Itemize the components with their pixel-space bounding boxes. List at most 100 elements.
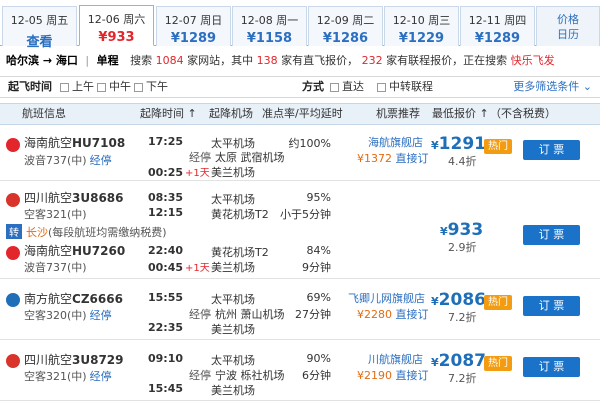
agent-price-line: ¥1372 直接订 [357, 150, 429, 166]
price-value: 933 [447, 220, 484, 240]
col-ontime: 准点率/平均延时 [262, 107, 343, 120]
plane-type: 空客321(中) [24, 370, 87, 383]
flight-number: HU7260 [72, 244, 126, 258]
stop-airport: 经停 宁波 栎社机场 [189, 367, 285, 383]
date-label: 12-06 周六 [87, 13, 146, 26]
stopover-link[interactable]: 经停 [90, 154, 112, 167]
site-suffix: 家网站，其中 [187, 54, 254, 67]
avg-delay: 9分钟 [302, 261, 331, 274]
date-price: ¥1229 [398, 31, 445, 46]
book-button[interactable]: 订 票 [523, 225, 580, 245]
plane-info: 空客321(中) 经停 [24, 368, 112, 384]
more-filters-link[interactable]: 更多筛选条件 ⌄ [513, 77, 592, 97]
checkbox-icon[interactable] [330, 82, 339, 92]
arr-time: 00:45 [148, 261, 184, 274]
agent-direct-book[interactable]: 直接订 [396, 308, 429, 321]
date-price: ¥1289 [170, 31, 217, 46]
sichuan-airlines-logo-icon [6, 354, 20, 368]
col-tax-note: （不含税费） [490, 107, 556, 120]
airline-name: 南方航空CZ6666 [24, 290, 123, 307]
lowest-price: ¥2086 [431, 290, 486, 310]
flight-number: 3U8729 [72, 353, 124, 367]
calendar-line2: 日历 [557, 28, 579, 41]
ontime-rate: 约100% [288, 137, 331, 150]
col-price-sort[interactable]: 最低报价 ↑ [432, 104, 489, 124]
transfer-tag: 转 [6, 224, 22, 239]
date-tab-12-05[interactable]: 12-05 周五 查看 [2, 6, 77, 50]
ontime-rate: 90% [306, 352, 331, 365]
dep-time: 17:25 [148, 135, 184, 148]
plane-type: 波音737(中) [24, 261, 87, 274]
checkbox-icon[interactable] [377, 82, 386, 92]
date-tab-12-08[interactable]: 12-08 周一 ¥1158 [232, 6, 307, 46]
col-time-sort[interactable]: 起降时间 ↑ [140, 104, 197, 124]
checkbox-icon[interactable] [134, 82, 143, 92]
checkbox-label: 上午 [72, 80, 94, 93]
stopover-link[interactable]: 经停 [90, 309, 112, 322]
ontime-rate: 84% [306, 244, 331, 257]
agent-price: ¥2190 [357, 369, 392, 382]
plane-type: 波音737(中) [24, 154, 87, 167]
ontime-rate: 69% [306, 291, 331, 304]
transfer-suffix: 家有联程报价，正在搜索 [386, 54, 508, 67]
date-price: ¥933 [98, 30, 135, 45]
discount: 2.9折 [448, 241, 477, 254]
agent-store-link[interactable]: 海航旗舰店 [368, 134, 423, 150]
filter-bar: 起飞时间 上午 中午 下午 方式 直达 中转联程 更多筛选条件 ⌄ [0, 76, 600, 98]
book-button[interactable]: 订 票 [523, 357, 580, 377]
agent-direct-book[interactable]: 直接订 [396, 369, 429, 382]
stop-airport: 经停 杭州 萧山机场 [189, 306, 285, 322]
stop-label: 经停 [189, 369, 211, 382]
hainan-airlines-logo-icon [6, 246, 20, 260]
mode-filter-direct[interactable]: 直达 [330, 77, 364, 97]
time-filter-label: 起飞时间 [8, 80, 52, 93]
price-value: 2086 [438, 290, 486, 310]
date-tab-12-06[interactable]: 12-06 周六 ¥933 [79, 5, 154, 46]
stopover-link[interactable]: 经停 [90, 370, 112, 383]
date-tab-12-07[interactable]: 12-07 周日 ¥1289 [156, 6, 231, 46]
stop-label: 经停 [189, 308, 211, 321]
agent-direct-book[interactable]: 直接订 [396, 152, 429, 165]
agent-store-link[interactable]: 飞卿儿网旗舰店 [348, 290, 425, 306]
time-filter-noon[interactable]: 中午 [97, 77, 131, 97]
date-tab-12-10[interactable]: 12-10 周三 ¥1229 [384, 6, 459, 46]
dep-airport: 黄花机场T2 [211, 246, 269, 259]
book-button[interactable]: 订 票 [523, 140, 580, 160]
date-label: 12-09 周二 [316, 14, 375, 27]
arr-time-wrap: 00:25 +1天 [148, 164, 210, 179]
time-filter-morning[interactable]: 上午 [60, 77, 94, 97]
arr-time: 15:45 [148, 382, 184, 395]
arr-time-wrap: 00:45 +1天 [148, 259, 210, 274]
checkbox-icon[interactable] [60, 82, 69, 92]
checkbox-icon[interactable] [97, 82, 106, 92]
trip-type: 单程 [96, 54, 119, 67]
agent-store-link[interactable]: 川航旗舰店 [368, 351, 423, 367]
agent-price-line: ¥2280 直接订 [357, 306, 429, 322]
ontime-rate: 95% [306, 191, 331, 204]
col-flight: 航班信息 [22, 107, 66, 120]
col-airport: 起降机场 [209, 107, 253, 120]
lowest-price: ¥2087 [431, 351, 486, 371]
book-button[interactable]: 订 票 [523, 296, 580, 316]
agent-price-line: ¥2190 直接订 [357, 367, 429, 383]
flight-number: 3U8686 [72, 191, 124, 205]
date-label: 12-07 周日 [164, 14, 223, 27]
arr-time: 12:15 [148, 206, 184, 219]
date-label: 12-11 周四 [468, 14, 527, 27]
avg-delay: 小于5分钟 [280, 208, 331, 221]
dep-airport: 太平机场 [211, 193, 255, 206]
plane-info: 波音737(中) 经停 [24, 152, 112, 168]
time-filter-afternoon[interactable]: 下午 [134, 77, 168, 97]
date-tab-12-11[interactable]: 12-11 周四 ¥1289 [460, 6, 535, 46]
stop-airport: 经停 太原 武宿机场 [189, 149, 285, 165]
mode-filter-transfer[interactable]: 中转联程 [377, 77, 433, 97]
sichuan-airlines-logo-icon [6, 193, 20, 207]
arr-airport: 黄花机场T2 [211, 208, 269, 221]
arr-time: 22:35 [148, 321, 184, 334]
dep-time: 09:10 [148, 352, 184, 365]
price-calendar-button[interactable]: 价格 日历 [536, 6, 600, 46]
lowest-price: ¥1291 [431, 134, 486, 154]
avg-delay: 27分钟 [295, 308, 331, 321]
date-tab-12-09[interactable]: 12-09 周二 ¥1286 [308, 6, 383, 46]
hot-badge: 热门 [484, 139, 512, 154]
